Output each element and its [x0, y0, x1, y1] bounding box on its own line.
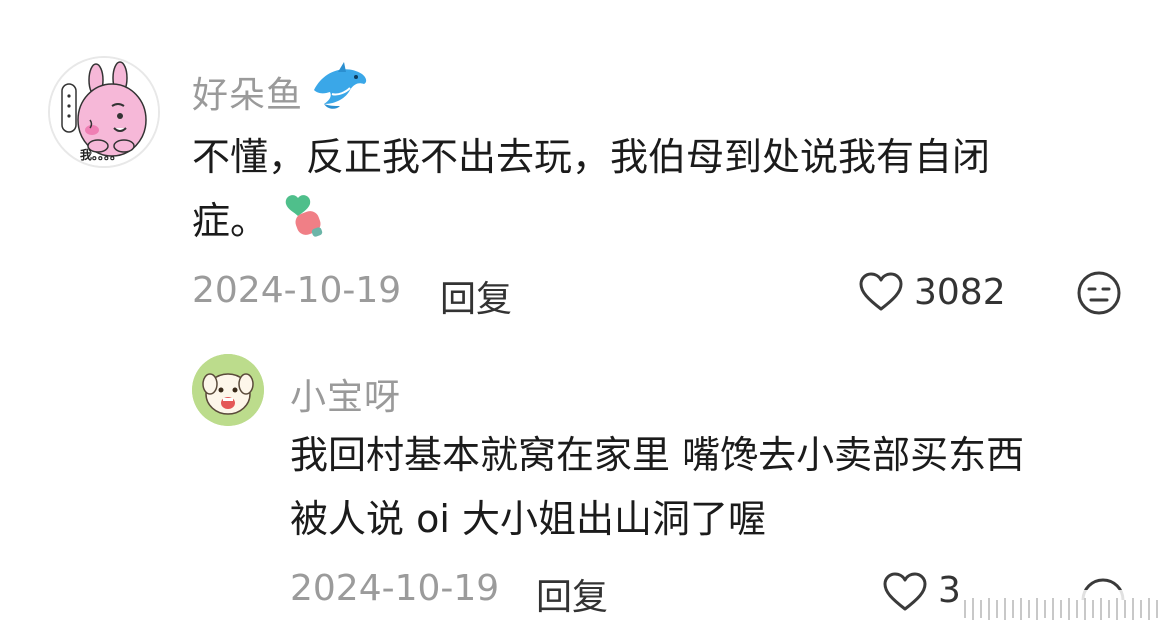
comment-text-line2: 症。: [192, 199, 269, 243]
avatar[interactable]: [192, 354, 264, 426]
watermark-pattern-icon: [964, 598, 1158, 620]
watermark: [958, 590, 1169, 627]
comment-text-line1: 我回村基本就窝在家里 嘴馋去小卖部买东西: [290, 433, 1025, 477]
comment-date: 2024-10-19: [290, 568, 500, 609]
comment-text-line2: 被人说 oi 大小姐出山洞了喔: [290, 497, 766, 541]
heart-icon[interactable]: [858, 272, 904, 312]
reply-button[interactable]: 回复: [536, 568, 608, 620]
comment-text-line1: 不懂，反正我不出去玩，我伯母到处说我有自闭: [192, 135, 991, 179]
author-name[interactable]: 小宝呀: [290, 368, 401, 420]
comment-1: 我。。。。 好朵鱼 不懂，反正我不出去玩，我伯母到处说我有自闭 症。 2024-…: [0, 0, 1169, 330]
reply-button[interactable]: 回复: [440, 270, 512, 322]
author-name[interactable]: 好朵鱼: [192, 66, 303, 118]
carrot-heart-sticker-icon: [285, 195, 323, 237]
cartoon-dog-avatar-icon: [192, 354, 264, 426]
avatar[interactable]: 我。。。。: [48, 56, 160, 168]
neutral-face-icon[interactable]: [1076, 270, 1122, 316]
heart-icon[interactable]: [882, 572, 928, 612]
comment-date: 2024-10-19: [192, 270, 402, 311]
avatar-caption: 我。。。。: [80, 148, 123, 162]
like-count: 3082: [914, 272, 1006, 313]
dolphin-icon: [314, 62, 367, 109]
comment-2: 小宝呀 我回村基本就窝在家里 嘴馋去小卖部买东西 被人说 oi 大小姐出山洞了喔…: [0, 340, 1169, 627]
